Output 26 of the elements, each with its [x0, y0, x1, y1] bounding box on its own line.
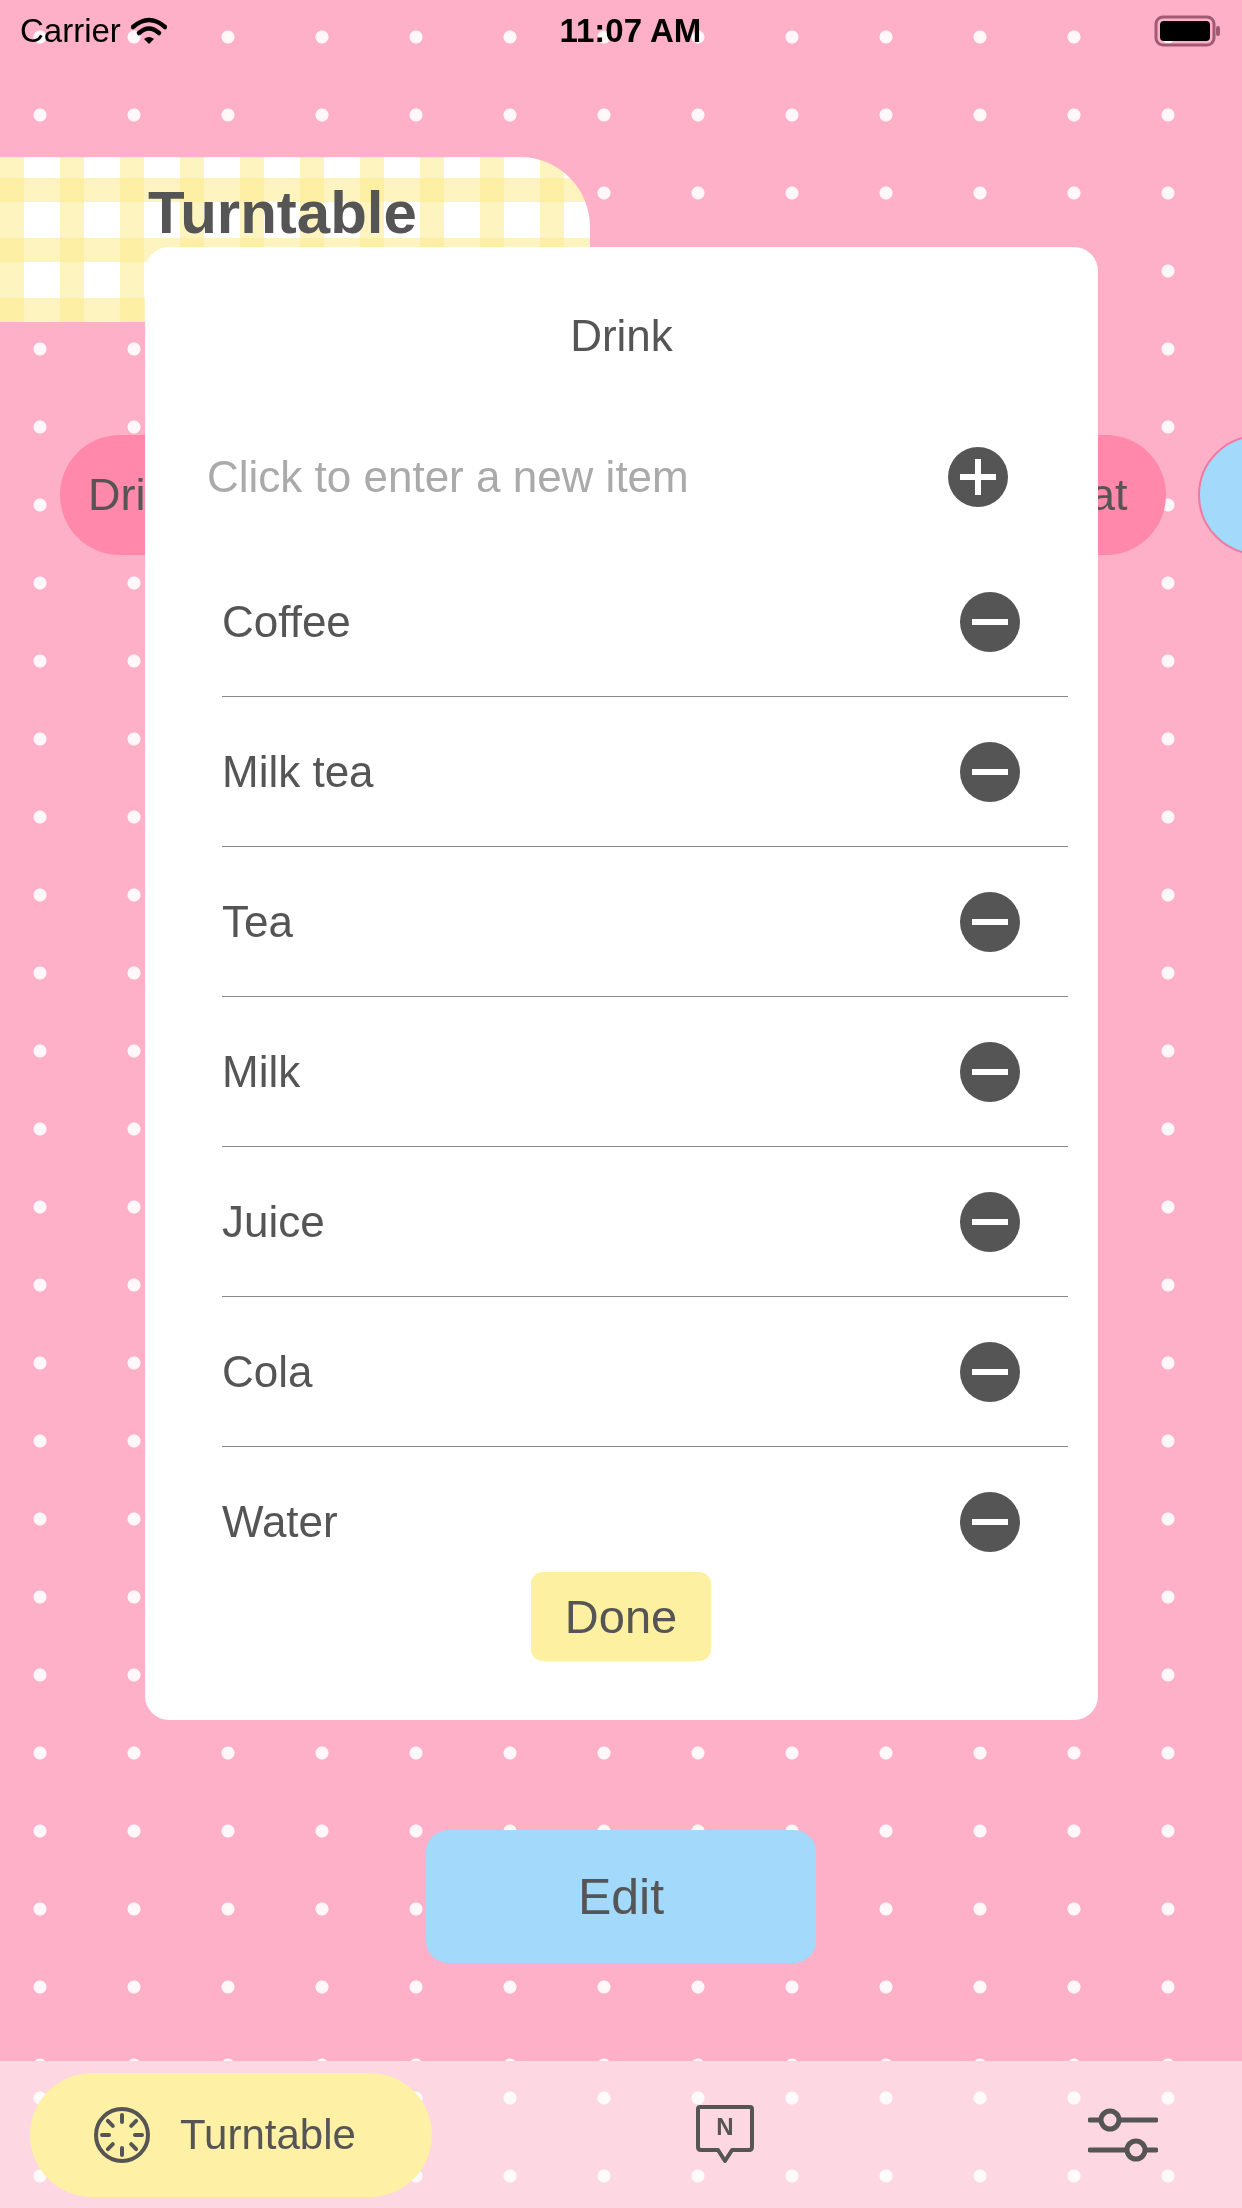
remove-icon[interactable] — [960, 1191, 1020, 1252]
done-button[interactable]: Done — [531, 1572, 711, 1661]
item-label: Coffee — [222, 596, 351, 647]
carrier-label: Carrier — [20, 12, 121, 50]
battery-icon — [1154, 15, 1222, 47]
tab-button[interactable]: N — [685, 2072, 765, 2197]
clock-time: 11:07 AM — [559, 12, 702, 50]
tab-button[interactable]: Turntable — [30, 2072, 432, 2197]
edit-button[interactable]: Edit — [426, 1830, 816, 1963]
item-label: Juice — [222, 1196, 325, 1247]
remove-icon[interactable] — [960, 1492, 1020, 1552]
item-label: Milk tea — [222, 746, 374, 797]
dial-icon — [92, 2104, 152, 2165]
item-label: Water — [222, 1497, 338, 1547]
add-icon[interactable] — [948, 447, 1008, 507]
item-label: Milk — [222, 1046, 301, 1097]
wifi-icon — [130, 17, 167, 45]
remove-icon[interactable] — [960, 741, 1020, 802]
remove-icon[interactable] — [960, 1041, 1020, 1102]
remove-icon[interactable] — [960, 591, 1020, 652]
dialog-title: Drink — [570, 311, 673, 360]
remove-icon[interactable] — [960, 891, 1020, 952]
item-label: Cola — [222, 1346, 313, 1397]
item-label: Tea — [222, 896, 293, 947]
remove-icon[interactable] — [960, 1341, 1020, 1402]
page-title: Turntable — [148, 183, 417, 243]
